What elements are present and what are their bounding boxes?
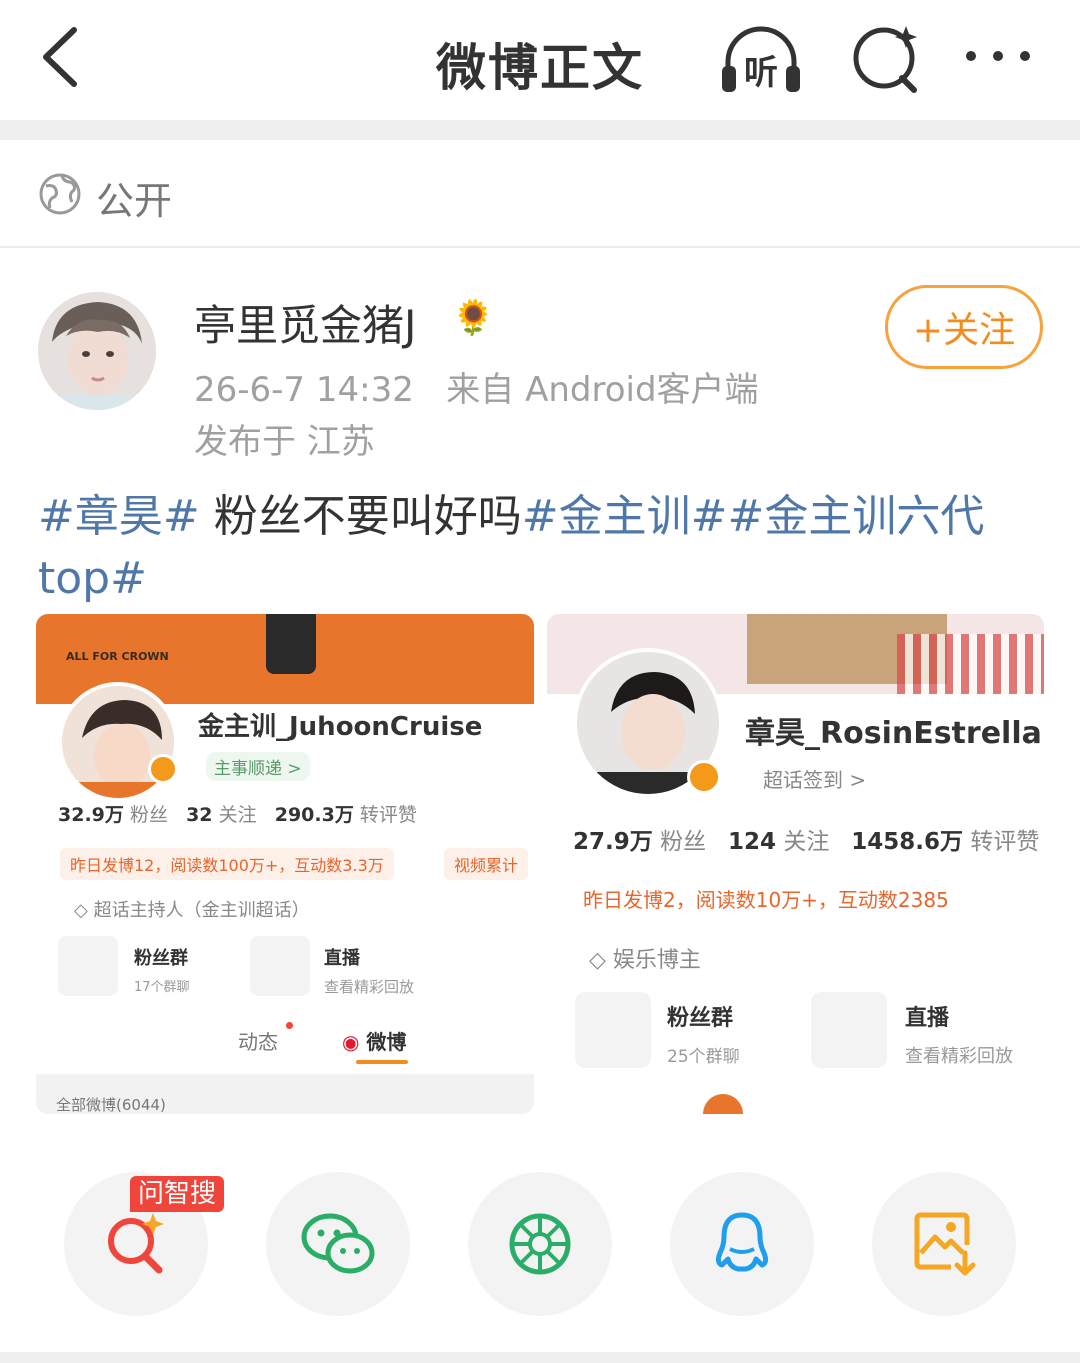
listen-button[interactable]: 听	[716, 20, 806, 96]
group-link: 主事顺递 >	[206, 752, 310, 781]
profile-stats: 27.9万 粉丝 124 关注 1458.6万 转评赞	[573, 829, 1040, 855]
profile-summary: 昨日发博12，阅读数100万+，互动数3.3万	[60, 848, 394, 880]
post-meta: 26-6-7 14:32 来自 Android客户端	[194, 362, 759, 411]
save-image-icon	[914, 1212, 976, 1276]
post-image-2[interactable]: 章昊_RosinEstrella 超话签到 > 27.9万 粉丝 124 关注 …	[547, 614, 1044, 1114]
post-time: 26-6-7 14:32	[194, 370, 414, 410]
profile-role: ◇ 娱乐博主	[589, 948, 701, 973]
profile-summary: 昨日发博2，阅读数10万+，互动数2385	[583, 888, 949, 912]
fan-group-icon	[58, 936, 118, 996]
live-icon	[250, 936, 310, 996]
gingham-decor	[897, 634, 1044, 694]
red-dot	[286, 1022, 293, 1029]
ai-search-badge: 问智搜	[130, 1176, 225, 1212]
follow-button[interactable]: +关注	[885, 285, 1043, 369]
profile-name: 章昊_RosinEstrella	[745, 716, 1042, 751]
live-icon	[811, 992, 887, 1068]
globe-icon	[38, 172, 82, 216]
bottom-separator	[0, 1352, 1080, 1363]
author-name[interactable]: 亭里觅金猪J	[194, 292, 416, 353]
more-icon[interactable]	[956, 20, 1046, 96]
search-ai-icon[interactable]	[846, 20, 936, 96]
live-sub: 查看精彩回放	[905, 1046, 1013, 1067]
tab-dynamic: 动态	[238, 1030, 278, 1054]
post-location: 发布于 江苏	[194, 422, 375, 462]
fan-group-sub: 25个群聊	[667, 1047, 740, 1067]
share-qq[interactable]	[670, 1172, 814, 1316]
share-wechat[interactable]	[266, 1172, 410, 1316]
post-body: 粉丝不要叫好吗	[199, 491, 522, 542]
post-text: #章昊# 粉丝不要叫好吗#金主训##金主训六代top#	[38, 486, 1038, 610]
fan-group-sub: 17个群聊	[134, 980, 190, 995]
checkin-link: 超话签到 >	[763, 768, 867, 792]
verified-badge-icon	[687, 760, 721, 794]
post-source: 来自 Android客户端	[446, 370, 759, 410]
live-title: 直播	[905, 1006, 950, 1031]
profile-stats: 32.9万 粉丝 32 关注 290.3万 转评赞	[58, 804, 417, 826]
profile-summary-2: 视频累计	[444, 848, 529, 880]
share-save-image[interactable]	[872, 1172, 1016, 1316]
search-ai-icon	[108, 1213, 164, 1274]
profile-name: 金主训_JuhoonCruise	[198, 712, 483, 742]
tab-underline	[356, 1060, 408, 1064]
all-weibo-label: 全部微博(6044)	[56, 1096, 166, 1114]
separator	[0, 120, 1080, 140]
top-bar: 微博正文 听	[0, 0, 1080, 120]
fan-group-title: 粉丝群	[667, 1006, 734, 1031]
image-decor	[266, 614, 316, 674]
fan-group-icon	[575, 992, 651, 1068]
fox-decor	[703, 1094, 743, 1114]
wechat-icon	[301, 1213, 375, 1274]
topic-tag[interactable]: #章昊#	[38, 491, 200, 542]
sunflower-icon: 🌻	[452, 298, 495, 338]
live-sub: 查看精彩回放	[324, 978, 415, 996]
qq-icon	[715, 1212, 769, 1272]
verified-badge-icon	[148, 754, 178, 784]
tab-weibo: ◉ 微博	[342, 1030, 407, 1054]
moments-icon	[509, 1213, 571, 1275]
share-moments[interactable]	[468, 1172, 612, 1316]
live-title: 直播	[324, 948, 360, 969]
visibility-label: 公开	[96, 179, 173, 223]
profile-role: ◇ 超话主持人（金主训超话）	[74, 900, 310, 921]
fan-group-title: 粉丝群	[134, 948, 188, 969]
avatar[interactable]	[38, 292, 156, 410]
image-watermark: ALL FOR CROWN	[66, 650, 169, 663]
profile-avatar	[58, 682, 178, 802]
listen-label: 听	[744, 53, 778, 93]
post-image-1[interactable]: ALL FOR CROWN 金主训_JuhoonCruise 主事顺递 > 32…	[36, 614, 534, 1114]
visibility-row: 公开	[0, 140, 1080, 248]
